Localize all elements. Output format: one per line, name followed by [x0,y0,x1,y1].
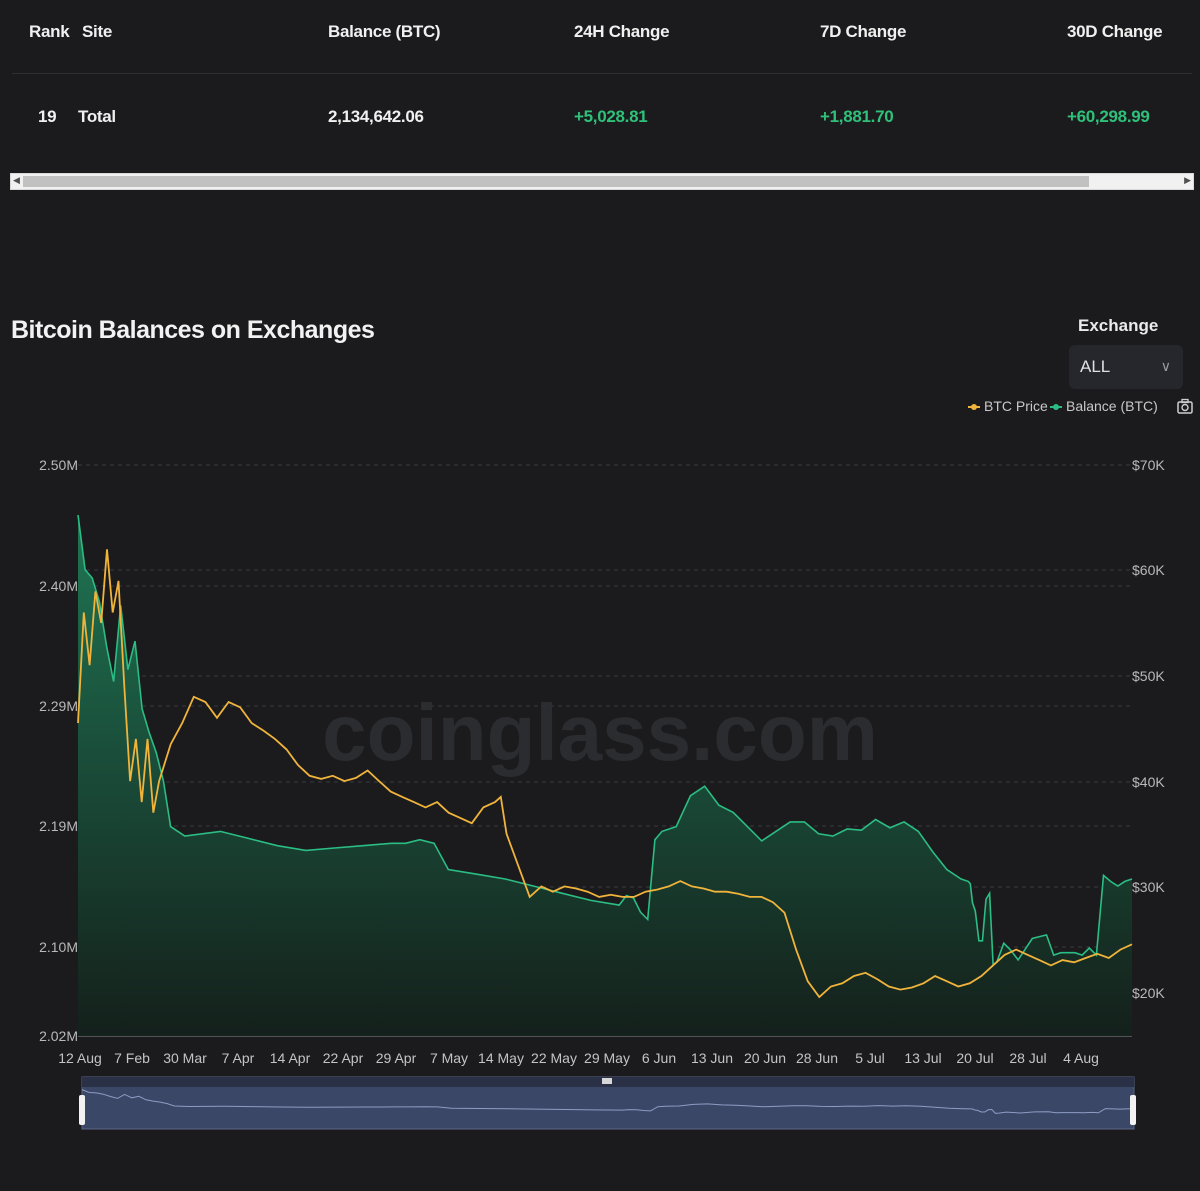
navigator-right-handle [1130,1095,1136,1125]
y-right-tick-label: $70K [1132,457,1165,473]
y-right-tick-label: $20K [1132,985,1165,1001]
legend-item-balance[interactable]: Balance (BTC) [1050,398,1158,414]
y-left-tick-label: 2.10M [39,939,78,955]
x-tick-label: 13 Jun [691,1050,733,1066]
x-tick-label: 22 May [531,1050,577,1066]
column-header-30d-change[interactable]: 30D Change [1067,22,1163,42]
scroll-right-icon[interactable]: ▶ [1184,175,1191,186]
legend-balance-label: Balance (BTC) [1066,398,1158,414]
chevron-down-icon: ∨ [1160,358,1171,374]
x-tick-label: 6 Jun [642,1050,676,1066]
x-tick-label: 7 Feb [114,1050,150,1066]
y-left-tick-label: 2.40M [39,578,78,594]
x-tick-label: 5 Jul [855,1050,885,1066]
price-line [77,549,1133,999]
x-tick-label: 13 Jul [904,1050,941,1066]
legend-price-label: BTC Price [984,398,1048,414]
exchange-filter-label: Exchange [1078,316,1159,335]
x-tick-label: 7 Apr [222,1050,255,1066]
column-header-rank[interactable]: Rank [29,22,70,42]
y-right-tick-label: $40K [1132,774,1165,790]
x-tick-label: 7 May [430,1050,468,1066]
table-cell-24h-change: +5,028.81 [574,107,648,126]
navigator-handle-bar [82,1077,1134,1087]
watermark: coinglass.com [322,688,878,777]
balance-legend-swatch [1050,404,1062,411]
exchange-select[interactable]: ALL ∨ [1069,345,1183,389]
horizontal-scrollbar[interactable]: ◀ ▶ [10,173,1194,190]
exchange-select-value: ALL [1080,357,1111,376]
y-left-tick-label: 2.29M [39,698,78,714]
y-right-tick-label: $30K [1132,879,1165,895]
y-right-tick-label: $50K [1132,668,1165,684]
navigator-left-handle [79,1095,85,1125]
range-navigator [81,1076,1135,1130]
x-tick-label: 12 Aug [58,1050,102,1066]
camera-icon[interactable] [1176,397,1194,415]
navigator-grip-icon [602,1078,612,1084]
section-title: Bitcoin Balances on Exchanges [11,316,375,344]
x-tick-label: 30 Mar [163,1050,207,1066]
table-cell-7d-change: +1,881.70 [820,107,894,126]
x-tick-label: 28 Jul [1009,1050,1046,1066]
x-tick-label: 29 Apr [376,1050,417,1066]
y-left-tick-label: 2.19M [39,818,78,834]
navigator-line [81,1089,1135,1114]
table-cell-site: Total [78,107,116,126]
x-tick-label: 20 Jun [744,1050,786,1066]
balance-line [77,514,1133,967]
legend-item-price[interactable]: BTC Price [968,398,1048,414]
column-header-24h-change[interactable]: 24H Change [574,22,670,42]
y-left-tick-label: 2.50M [39,457,78,473]
column-header-7d-change[interactable]: 7D Change [820,22,906,42]
y-left-tick-label: 2.02M [39,1028,78,1044]
table-cell-balance: 2,134,642.06 [328,107,424,126]
x-tick-label: 14 May [478,1050,524,1066]
price-legend-swatch [968,404,980,411]
x-tick-label: 28 Jun [796,1050,838,1066]
x-tick-label: 29 May [584,1050,630,1066]
table-divider [12,73,1192,74]
x-tick-label: 14 Apr [270,1050,311,1066]
column-header-site[interactable]: Site [82,22,112,42]
x-tick-label: 20 Jul [956,1050,993,1066]
column-header-balance[interactable]: Balance (BTC) [328,22,441,42]
scrollbar-thumb[interactable] [23,176,1089,187]
x-tick-label: 22 Apr [323,1050,364,1066]
table-cell-30d-change: +60,298.99 [1067,107,1150,126]
y-right-tick-label: $60K [1132,562,1165,578]
scroll-left-icon[interactable]: ◀ [13,175,20,186]
balance-area [78,515,1132,1036]
x-tick-label: 4 Aug [1063,1050,1099,1066]
table-cell-rank: 19 [38,107,57,126]
